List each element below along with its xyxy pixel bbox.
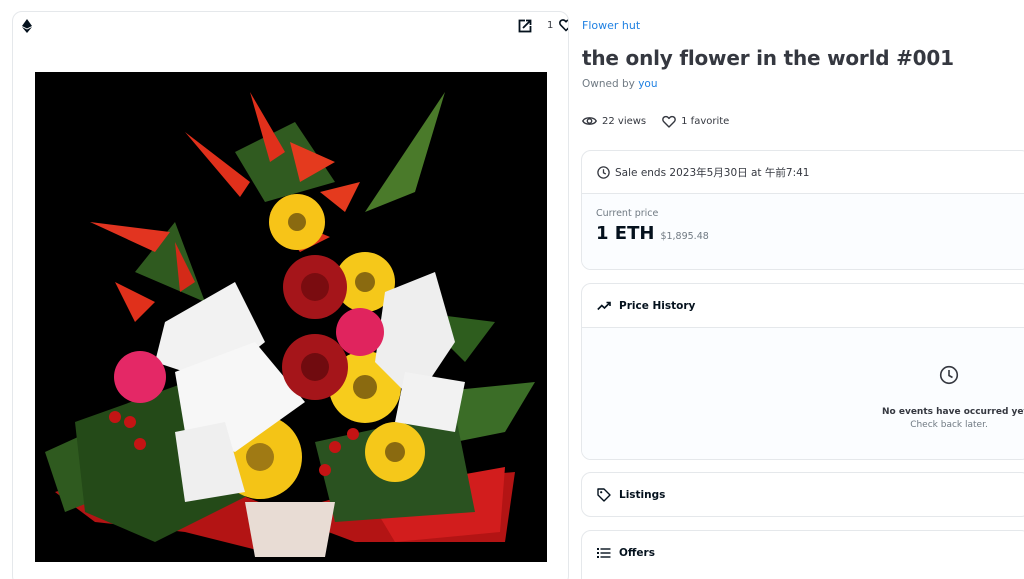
empty-state-subtitle: Check back later. (910, 420, 988, 430)
open-external-icon[interactable] (518, 19, 532, 33)
listings-header[interactable]: Listings (582, 473, 1024, 516)
owner-link[interactable]: you (638, 78, 657, 90)
empty-clock-icon (939, 365, 959, 385)
heart-icon[interactable] (559, 18, 569, 32)
empty-state-title: No events have occurred yet (882, 407, 1024, 417)
collection-link[interactable]: Flower hut (582, 19, 640, 32)
clock-icon (597, 165, 610, 179)
nft-image-flower-bouquet[interactable] (35, 72, 547, 562)
favorites-stat[interactable]: 1 favorite (662, 115, 729, 128)
favorites-count: 1 favorite (681, 115, 730, 127)
price-history-panel: Price History No events have occurred ye… (581, 283, 1024, 460)
sale-panel: Sale ends 2023年5月30日 at 午前7:41 Current p… (581, 150, 1024, 270)
price-usd: $1,895.48 (660, 231, 709, 242)
offers-title: Offers (619, 546, 655, 559)
tag-icon (597, 487, 611, 502)
image-card-header: 1 (13, 12, 568, 40)
sale-ends-text: Sale ends 2023年5月30日 at 午前7:41 (615, 166, 810, 179)
nft-image-card: 1 (12, 11, 569, 579)
favorite-count: 1 (547, 20, 554, 31)
price-history-header[interactable]: Price History (582, 284, 1024, 327)
views-count: 22 views (602, 115, 647, 127)
views-stat: 22 views (582, 115, 646, 127)
list-icon (597, 547, 611, 558)
owned-by-label: Owned by (582, 78, 635, 90)
heart-outline-icon (662, 115, 676, 128)
price-section: Current price 1 ETH $1,895.48 (582, 194, 1024, 269)
ethereum-icon (22, 19, 32, 33)
price-row: 1 ETH $1,895.48 (596, 223, 1024, 244)
trending-up-icon (597, 301, 611, 310)
price-eth: 1 ETH (596, 223, 655, 244)
stats-row: 22 views 1 favorite (582, 113, 745, 129)
current-price-label: Current price (596, 208, 659, 219)
listings-panel: Listings (581, 472, 1024, 517)
price-history-empty-state: No events have occurred yet Check back l… (582, 327, 1024, 459)
offers-panel: Offers (581, 530, 1024, 579)
sale-ends-header: Sale ends 2023年5月30日 at 午前7:41 (582, 151, 1024, 194)
listings-title: Listings (619, 488, 666, 501)
price-history-title: Price History (619, 299, 696, 312)
offers-header[interactable]: Offers (582, 531, 1024, 574)
nft-title: the only flower in the world #001 (582, 46, 954, 70)
eye-icon (582, 117, 597, 125)
owned-by-line: Owned by you (582, 78, 658, 90)
